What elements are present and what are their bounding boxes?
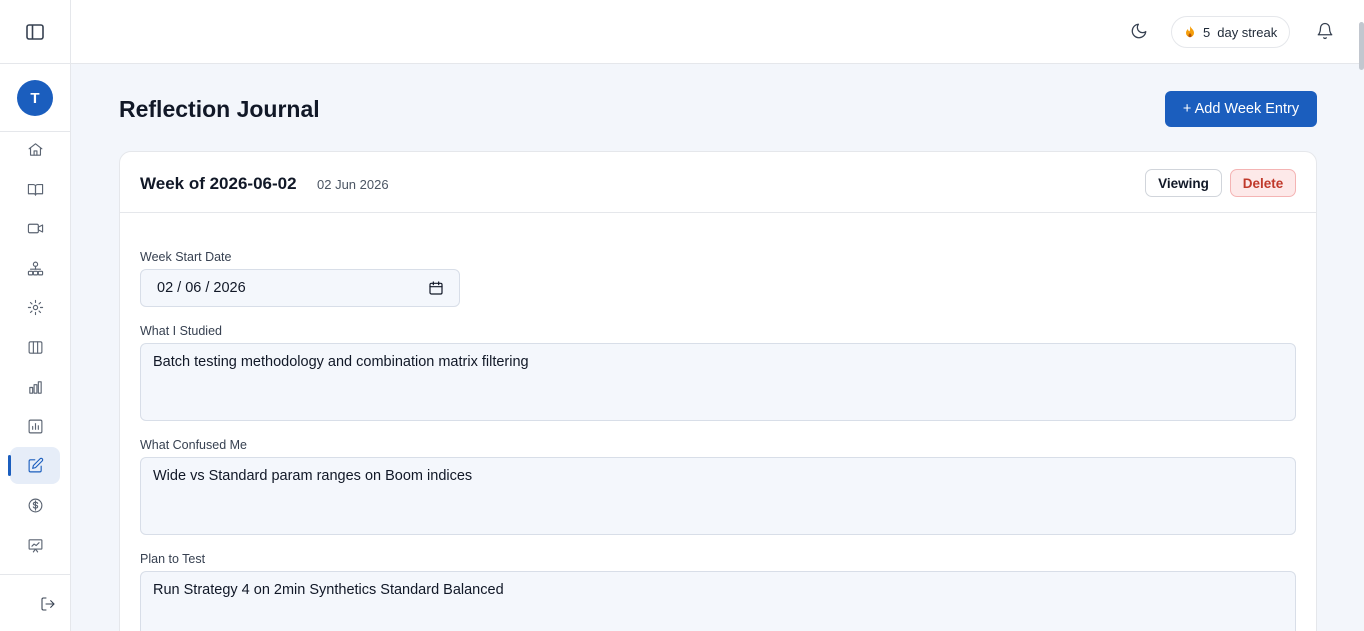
week-title: Week of 2026-06-02 [140, 174, 297, 193]
org-chart-icon [27, 261, 43, 276]
avatar[interactable]: T [17, 80, 53, 116]
sidebar: T [0, 0, 71, 631]
dollar-icon [28, 498, 42, 513]
topbar: 5 day streak [71, 0, 1364, 64]
flame-icon [1186, 26, 1194, 38]
studied-textarea[interactable]: Batch testing methodology and combinatio… [140, 343, 1296, 421]
home-icon [28, 143, 42, 156]
week-entry-card: Week of 2026-06-02 02 Jun 2026 Viewing D… [119, 151, 1317, 631]
delete-button[interactable]: Delete [1230, 169, 1296, 197]
notifications-button[interactable] [1316, 22, 1336, 42]
plan-textarea[interactable]: Run Strategy 4 on 2min Synthetics Standa… [140, 571, 1296, 631]
confused-textarea[interactable]: Wide vs Standard param ranges on Boom in… [140, 457, 1296, 535]
sidebar-item-home[interactable] [10, 131, 60, 168]
sidebar-item-settings[interactable] [10, 289, 60, 326]
bell-icon [1317, 22, 1333, 40]
card-header: Week of 2026-06-02 02 Jun 2026 Viewing D… [120, 152, 1316, 213]
logout-button[interactable] [40, 596, 58, 614]
sidebar-item-library[interactable] [10, 171, 60, 208]
scrollbar[interactable] [1359, 22, 1364, 70]
week-start-label: Week Start Date [140, 250, 232, 264]
week-date: 02 Jun 2026 [317, 177, 389, 192]
app: T 5 day streak Reflection Journal + Add … [0, 0, 1364, 631]
logout-icon [41, 597, 55, 611]
theme-toggle-button[interactable] [1130, 22, 1150, 42]
gear-icon [27, 299, 43, 316]
sidebar-item-board[interactable] [10, 329, 60, 366]
sidebar-item-analytics[interactable] [10, 369, 60, 406]
columns-icon [28, 341, 42, 354]
sidebar-item-finance[interactable] [10, 487, 60, 524]
studied-label: What I Studied [140, 324, 222, 338]
report-icon [28, 419, 42, 434]
presentation-chart-icon [28, 539, 42, 553]
sidebar-divider [0, 63, 70, 64]
streak-badge[interactable]: 5 day streak [1171, 16, 1291, 48]
streak-count: 5 [1203, 24, 1211, 40]
edit-icon [28, 457, 43, 473]
sidebar-item-journal[interactable] [8, 447, 60, 484]
confused-label: What Confused Me [140, 438, 247, 452]
week-start-value: 02 / 06 / 2026 [157, 280, 246, 296]
sidebar-divider [0, 574, 70, 575]
sidebar-item-videos[interactable] [10, 210, 60, 247]
page-title: Reflection Journal [119, 96, 320, 122]
book-icon [27, 183, 43, 196]
video-icon [27, 223, 43, 234]
sidebar-item-reports[interactable] [10, 408, 60, 445]
moon-icon [1131, 23, 1147, 39]
sidebar-item-presentation[interactable] [10, 527, 60, 564]
bar-chart-icon [28, 381, 42, 394]
viewing-button[interactable]: Viewing [1145, 169, 1222, 197]
sidebar-toggle-icon[interactable] [22, 20, 48, 44]
calendar-icon[interactable] [428, 280, 444, 296]
plan-label: Plan to Test [140, 552, 206, 566]
week-start-date-input[interactable]: 02 / 06 / 2026 [140, 269, 460, 307]
add-week-entry-button[interactable]: + Add Week Entry [1165, 91, 1317, 127]
streak-label: day streak [1217, 24, 1278, 40]
sidebar-item-network[interactable] [10, 250, 60, 287]
